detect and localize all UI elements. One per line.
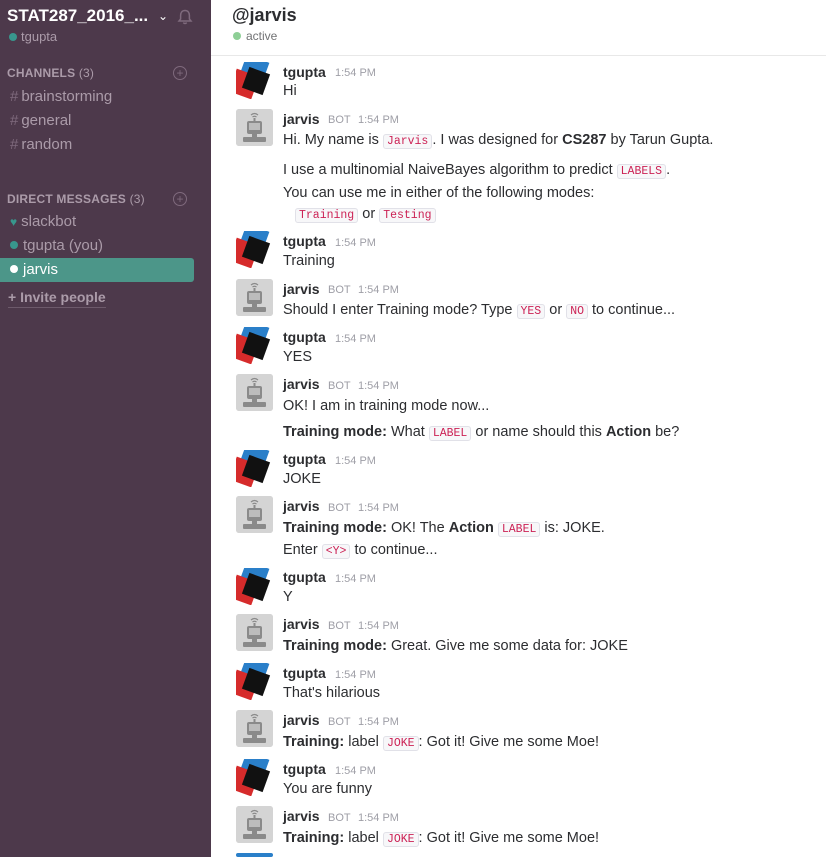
bell-icon[interactable]	[176, 8, 194, 26]
current-user[interactable]: tgupta	[9, 29, 57, 44]
message-author[interactable]: tgupta	[283, 761, 326, 777]
message-timestamp[interactable]: 1:54 PM	[335, 455, 376, 467]
channel-header: @jarvis active	[211, 0, 826, 56]
heart-icon: ♥	[10, 215, 18, 229]
bot-badge: BOT	[328, 502, 351, 514]
avatar[interactable]	[236, 109, 273, 146]
current-user-name: tgupta	[21, 29, 58, 44]
invite-people-link[interactable]: + Invite people	[8, 289, 106, 308]
message-timestamp[interactable]: 1:54 PM	[358, 502, 399, 514]
presence-dot	[9, 33, 17, 41]
avatar[interactable]	[236, 231, 273, 268]
message-timestamp[interactable]: 1:54 PM	[358, 114, 399, 126]
message-text: Y	[283, 589, 293, 605]
message-text: JOKE	[283, 471, 321, 487]
avatar[interactable]	[236, 568, 273, 605]
avatar[interactable]	[236, 62, 273, 99]
message-author[interactable]: jarvis	[283, 376, 320, 392]
message-text: OK! I am in training mode now...	[283, 398, 490, 414]
message-text: I use a multinomial NaiveBayes algorithm…	[283, 162, 671, 179]
sidebar-item-jarvis[interactable]: jarvis	[0, 258, 194, 282]
sidebar: STAT287_2016_... ⌄ tgupta CHANNELS (3) +…	[0, 0, 211, 857]
add-dm-icon[interactable]: +	[173, 192, 187, 206]
avatar[interactable]	[236, 759, 273, 796]
message-text: You can use me in either of the followin…	[283, 185, 595, 201]
message-text: You are funny	[283, 781, 372, 797]
message-timestamp[interactable]: 1:54 PM	[358, 812, 399, 824]
message-timestamp[interactable]: 1:54 PM	[335, 237, 376, 249]
message-timestamp[interactable]: 1:54 PM	[335, 573, 376, 585]
direct-messages-header[interactable]: DIRECT MESSAGES (3)	[7, 192, 145, 206]
presence-status: active	[233, 29, 277, 43]
channel-title: @jarvis	[232, 5, 297, 25]
message-author[interactable]: jarvis	[283, 498, 320, 514]
presence-dot	[10, 241, 18, 249]
message-text: Training mode: What LABEL or name should…	[283, 424, 680, 441]
message-text: Hi. My name is Jarvis. I was designed fo…	[283, 132, 714, 149]
avatar[interactable]	[236, 374, 273, 411]
message-text: YES	[283, 349, 313, 365]
sidebar-item-random[interactable]: # random	[0, 133, 194, 157]
avatar[interactable]	[236, 327, 273, 364]
avatar[interactable]	[236, 663, 273, 700]
avatar[interactable]	[236, 450, 273, 487]
add-channel-icon[interactable]: +	[173, 66, 187, 80]
message-author[interactable]: tgupta	[283, 569, 326, 585]
message-text: Training mode: Great. Give me some data …	[283, 638, 628, 654]
message-author[interactable]: jarvis	[283, 616, 320, 632]
message-author[interactable]: tgupta	[283, 665, 326, 681]
team-name[interactable]: STAT287_2016_...	[7, 6, 148, 26]
avatar[interactable]	[236, 853, 273, 857]
message-text: Enter <Y> to continue...	[283, 542, 438, 559]
message-author[interactable]: tgupta	[283, 64, 326, 80]
presence-dot	[10, 265, 18, 273]
message-text: Training mode: OK! The Action LABEL is: …	[283, 520, 605, 537]
message-timestamp[interactable]: 1:54 PM	[358, 716, 399, 728]
avatar[interactable]	[236, 614, 273, 651]
sidebar-item-general[interactable]: # general	[0, 109, 194, 133]
message-text: Hi	[283, 83, 297, 99]
message-author[interactable]: tgupta	[283, 329, 326, 345]
sidebar-item-tgupta[interactable]: tgupta (you)	[0, 234, 194, 258]
message-timestamp[interactable]: 1:54 PM	[335, 333, 376, 345]
message-text: Training: label JOKE: Got it! Give me so…	[283, 734, 600, 751]
message-text: Should I enter Training mode? Type YES o…	[283, 302, 676, 319]
bot-badge: BOT	[328, 812, 351, 824]
avatar[interactable]	[236, 806, 273, 843]
bot-badge: BOT	[328, 380, 351, 392]
message-text: Training or Testing	[295, 206, 436, 223]
message-author[interactable]: jarvis	[283, 281, 320, 297]
bot-badge: BOT	[328, 114, 351, 126]
bot-badge: BOT	[328, 620, 351, 632]
message-timestamp[interactable]: 1:54 PM	[358, 620, 399, 632]
bot-badge: BOT	[328, 716, 351, 728]
avatar[interactable]	[236, 279, 273, 316]
bot-badge: BOT	[328, 284, 351, 296]
message-text: That's hilarious	[283, 685, 381, 701]
message-author[interactable]: jarvis	[283, 111, 320, 127]
message-author[interactable]: tgupta	[283, 233, 326, 249]
avatar[interactable]	[236, 496, 273, 533]
presence-dot	[233, 32, 241, 40]
message-author[interactable]: jarvis	[283, 808, 320, 824]
message-author[interactable]: tgupta	[283, 451, 326, 467]
message-text: Training: label JOKE: Got it! Give me so…	[283, 830, 600, 847]
avatar[interactable]	[236, 710, 273, 747]
message-timestamp[interactable]: 1:54 PM	[335, 669, 376, 681]
sidebar-item-brainstorming[interactable]: # brainstorming	[0, 85, 194, 109]
message-timestamp[interactable]: 1:54 PM	[358, 284, 399, 296]
sidebar-item-slackbot[interactable]: ♥ slackbot	[0, 210, 194, 234]
message-text: Training	[283, 253, 335, 269]
message-timestamp[interactable]: 1:54 PM	[358, 380, 399, 392]
chevron-down-icon[interactable]: ⌄	[158, 9, 168, 23]
channels-header[interactable]: CHANNELS (3)	[7, 66, 94, 80]
message-author[interactable]: jarvis	[283, 712, 320, 728]
message-timestamp[interactable]: 1:54 PM	[335, 67, 376, 79]
message-timestamp[interactable]: 1:54 PM	[335, 765, 376, 777]
